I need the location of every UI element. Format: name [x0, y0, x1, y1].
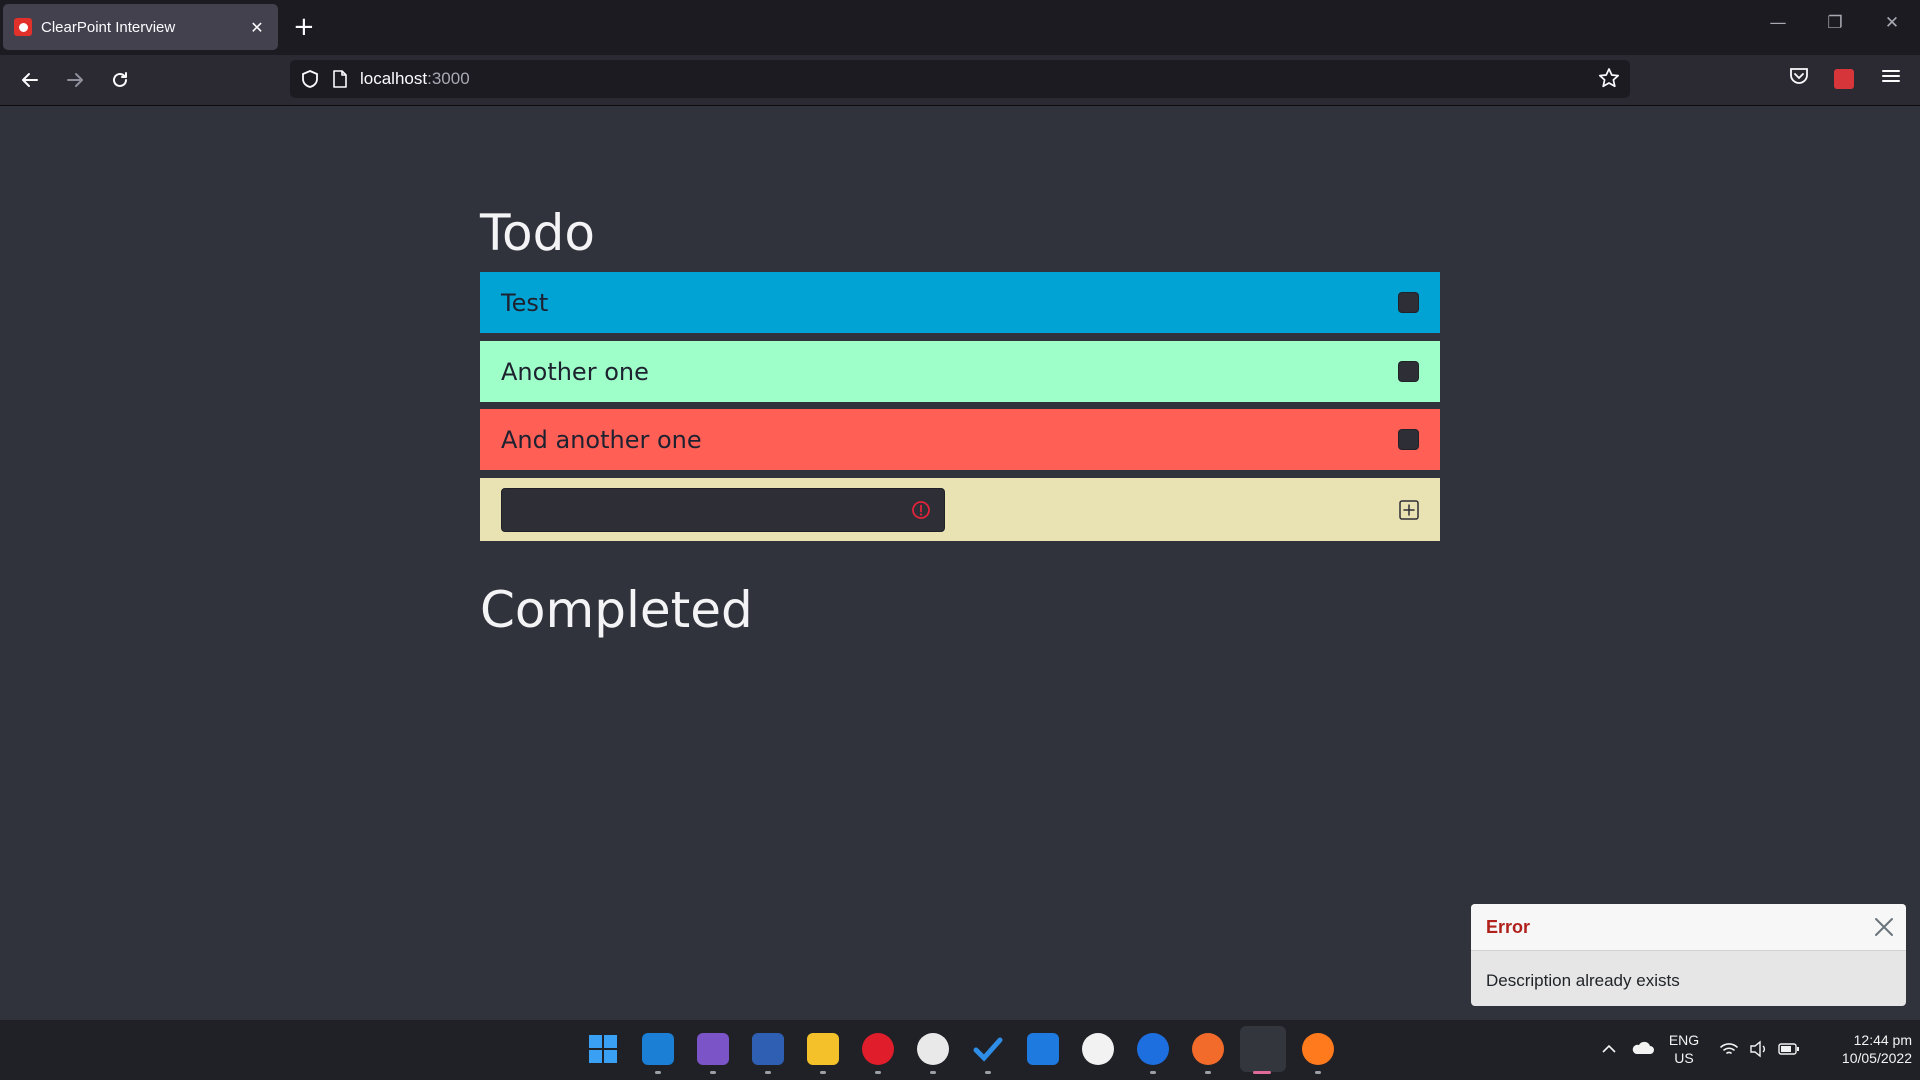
- reload-icon: [113, 72, 127, 87]
- new-todo-input[interactable]: [502, 488, 910, 532]
- browser-tab-bar: ClearPoint Interview ✕ + — ❐ ✕: [0, 0, 1920, 55]
- minimize-button[interactable]: —: [1758, 13, 1798, 33]
- todo-item: Another one: [480, 341, 1440, 402]
- shield-icon[interactable]: [300, 69, 320, 89]
- site-favicon-icon: [14, 18, 32, 36]
- todo-item-label: Another one: [501, 357, 649, 386]
- menu-hamburger-icon[interactable]: [1880, 65, 1902, 87]
- back-button[interactable]: [12, 65, 48, 95]
- new-todo-field[interactable]: [501, 488, 945, 532]
- restore-button[interactable]: ❐: [1815, 13, 1855, 33]
- pocket-icon[interactable]: [1788, 65, 1810, 87]
- address-bar[interactable]: localhost:3000: [290, 60, 1630, 98]
- todo-check-icon[interactable]: [972, 1033, 1004, 1065]
- new-tab-button[interactable]: +: [293, 14, 315, 40]
- arrow-right-icon: [67, 73, 83, 87]
- page-info-icon[interactable]: [332, 69, 348, 89]
- windows-taskbar: ENG US 12:44 pm 10/05/2022: [0, 1020, 1920, 1080]
- file-explorer-icon[interactable]: [807, 1033, 839, 1065]
- powershell-icon[interactable]: [752, 1033, 784, 1065]
- browser-tab[interactable]: ClearPoint Interview ✕: [3, 4, 278, 50]
- tab-title: ClearPoint Interview: [41, 18, 176, 36]
- browser-nav-bar: localhost:3000: [0, 55, 1920, 106]
- completed-heading: Completed: [480, 581, 753, 639]
- todo-heading: Todo: [480, 204, 595, 262]
- toast-title: Error: [1486, 916, 1531, 937]
- forward-button[interactable]: [57, 65, 93, 95]
- opera-icon[interactable]: [862, 1033, 894, 1065]
- windows-start-icon[interactable]: [587, 1033, 619, 1065]
- onedrive-cloud-icon[interactable]: [1630, 1040, 1654, 1056]
- maps-pin-icon[interactable]: [1137, 1033, 1169, 1065]
- toast-message: Description already exists: [1486, 971, 1680, 990]
- error-circle-icon: [912, 501, 930, 519]
- postman-icon[interactable]: [1192, 1033, 1224, 1065]
- complete-checkbox[interactable]: [1398, 429, 1419, 450]
- language-indicator[interactable]: ENG US: [1664, 1031, 1704, 1067]
- wifi-icon[interactable]: [1719, 1041, 1739, 1057]
- tab-close-icon[interactable]: ✕: [244, 18, 270, 37]
- chevron-up-icon[interactable]: [1601, 1042, 1617, 1054]
- todo-item: Test: [480, 272, 1440, 333]
- close-window-button[interactable]: ✕: [1872, 13, 1912, 33]
- app-j-icon[interactable]: [1027, 1033, 1059, 1065]
- visual-studio-icon[interactable]: [697, 1033, 729, 1065]
- error-toast: Error Description already exists: [1471, 904, 1906, 1006]
- todo-item-label: And another one: [501, 425, 702, 454]
- reload-button[interactable]: [102, 65, 138, 95]
- todo-item: And another one: [480, 409, 1440, 470]
- todo-item-label: Test: [501, 288, 549, 317]
- slack-icon[interactable]: [917, 1033, 949, 1065]
- toast-header: Error: [1471, 904, 1906, 951]
- complete-checkbox[interactable]: [1398, 361, 1419, 382]
- bookmark-star-icon[interactable]: [1598, 67, 1620, 89]
- vscode-icon[interactable]: [642, 1033, 674, 1065]
- complete-checkbox[interactable]: [1398, 292, 1419, 313]
- extension-icon[interactable]: [1834, 69, 1854, 89]
- arrow-left-icon: [22, 73, 38, 87]
- battery-icon[interactable]: [1778, 1041, 1800, 1057]
- snipping-tool-icon[interactable]: [1240, 1026, 1286, 1072]
- clock[interactable]: 12:44 pm 10/05/2022: [1812, 1031, 1912, 1067]
- volume-icon[interactable]: [1749, 1040, 1769, 1058]
- add-square-icon[interactable]: [1399, 500, 1419, 520]
- firefox-icon[interactable]: [1302, 1033, 1334, 1065]
- close-icon[interactable]: [1872, 915, 1896, 939]
- mongodb-icon[interactable]: [1082, 1033, 1114, 1065]
- url-text[interactable]: localhost:3000: [360, 69, 470, 89]
- new-todo-row: [480, 478, 1440, 541]
